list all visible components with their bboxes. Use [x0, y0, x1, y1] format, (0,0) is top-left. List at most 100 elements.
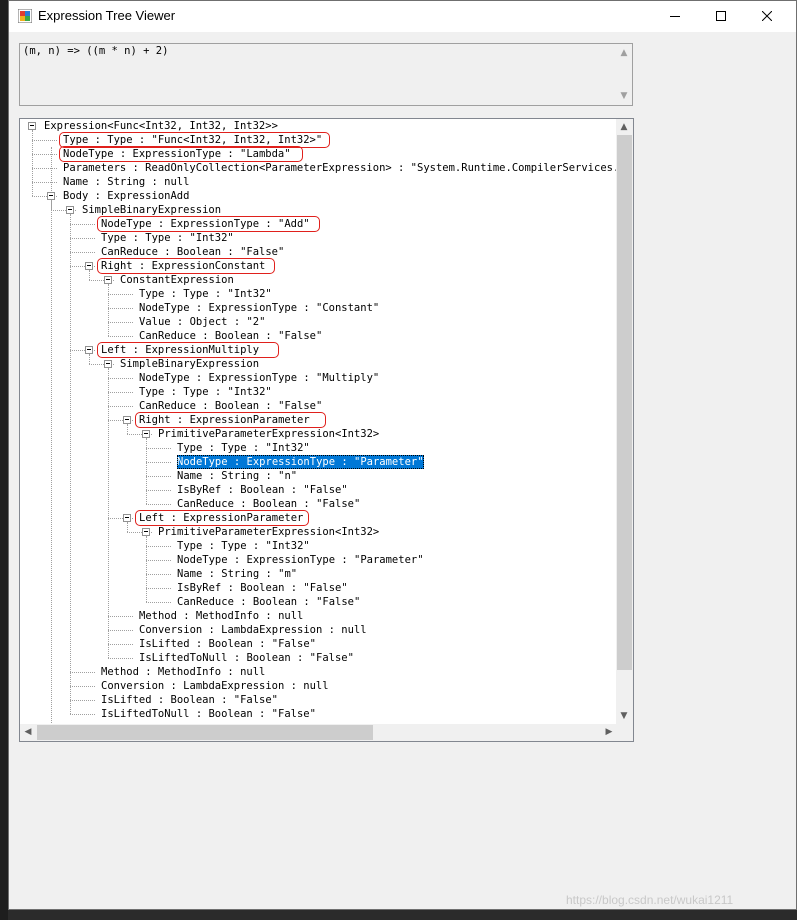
tree-connector-line	[108, 322, 133, 323]
tree-node[interactable]: SimpleBinaryExpression	[82, 203, 221, 217]
close-button[interactable]	[744, 1, 790, 31]
tree-collapse-icon[interactable]	[104, 276, 112, 284]
tree-node[interactable]: ConstantExpression	[120, 273, 234, 287]
tree-connector-line	[146, 574, 171, 575]
expression-treeview[interactable]: Expression<Func<Int32, Int32, Int32>> Typ…	[19, 118, 634, 742]
tree-node[interactable]: NodeType : ExpressionType : "Multiply"	[139, 371, 379, 385]
vertical-scroll-thumb[interactable]	[617, 135, 632, 670]
tree-connector-line	[70, 252, 95, 253]
tree-connector-line	[32, 140, 57, 141]
tree-node[interactable]: Right : ExpressionParameter	[139, 413, 310, 427]
tree-collapse-icon[interactable]	[104, 360, 112, 368]
tree-connector-line	[70, 214, 71, 714]
tree-node[interactable]: CanReduce : Boolean : "False"	[177, 497, 360, 511]
tree-node[interactable]: Type : Type : "Int32"	[139, 385, 272, 399]
tree-connector-line	[146, 504, 171, 505]
tree-collapse-icon[interactable]	[85, 346, 93, 354]
scroll-left-arrow-icon[interactable]: ◀	[20, 725, 36, 739]
tree-node[interactable]: CanReduce : Boolean : "False"	[101, 245, 284, 259]
tree-connector-line	[108, 406, 133, 407]
tree-node[interactable]: Value : Object : "2"	[139, 315, 265, 329]
tree-node[interactable]: PrimitiveParameterExpression<Int32>	[158, 427, 379, 441]
tree-node[interactable]: Type : Type : "Func<Int32, Int32, Int32>…	[63, 133, 322, 147]
tree-connector-line	[32, 154, 57, 155]
tree-collapse-icon[interactable]	[47, 192, 55, 200]
tree-node[interactable]: CanReduce : Boolean : "False"	[139, 399, 322, 413]
tree-connector-line	[108, 658, 133, 659]
tree-collapse-icon[interactable]	[85, 262, 93, 270]
tree-node[interactable]: Name : String : null	[63, 175, 189, 189]
tree-node[interactable]: Type : Type : "Int32"	[177, 539, 310, 553]
tree-collapse-icon[interactable]	[28, 122, 36, 130]
tree-connector-line	[108, 294, 133, 295]
tree-connector-line	[89, 354, 90, 364]
expression-vertical-scrollbar[interactable]: ▲ ▼	[616, 44, 632, 105]
tree-node[interactable]: IsLifted : Boolean : "False"	[101, 693, 278, 707]
expression-text: (m, n) => ((m * n) + 2)	[23, 45, 169, 57]
tree-node[interactable]: Type : Type : "Int32"	[139, 287, 272, 301]
maximize-button[interactable]	[698, 1, 744, 31]
tree-node[interactable]: Type : Type : "Int32"	[177, 441, 310, 455]
tree-connector-line	[70, 700, 95, 701]
scrollbar-corner	[616, 724, 633, 741]
tree-collapse-icon[interactable]	[66, 206, 74, 214]
tree-connector-line	[89, 270, 90, 280]
tree-node[interactable]: NodeType : ExpressionType : "Parameter"	[177, 455, 424, 469]
tree-node[interactable]: Body : ExpressionAdd	[63, 189, 189, 203]
tree-collapse-icon[interactable]	[123, 514, 131, 522]
expression-textbox[interactable]: (m, n) => ((m * n) + 2) ▲ ▼	[19, 43, 633, 106]
tree-node[interactable]: Expression<Func<Int32, Int32, Int32>>	[44, 119, 278, 133]
tree-node[interactable]: NodeType : ExpressionType : "Parameter"	[177, 553, 424, 567]
tree-node[interactable]: Type : Type : "Int32"	[101, 231, 234, 245]
window-title: Expression Tree Viewer	[38, 8, 176, 23]
tree-node[interactable]: IsByRef : Boolean : "False"	[177, 581, 348, 595]
tree-connector-line	[108, 284, 109, 336]
tree-node[interactable]: CanReduce : Boolean : "False"	[177, 595, 360, 609]
scroll-down-arrow-icon[interactable]: ▼	[616, 89, 632, 103]
tree-connector-line	[146, 588, 171, 589]
tree-node[interactable]: NodeType : ExpressionType : "Lambda"	[63, 147, 291, 161]
tree-connector-line	[146, 560, 171, 561]
tree-connector-line	[146, 490, 171, 491]
scroll-right-arrow-icon[interactable]: ▶	[601, 725, 617, 739]
tree-connector-line	[108, 616, 133, 617]
title-bar[interactable]: Expression Tree Viewer	[9, 1, 796, 32]
tree-node[interactable]: CanReduce : Boolean : "False"	[139, 329, 322, 343]
tree-node[interactable]: IsByRef : Boolean : "False"	[177, 483, 348, 497]
tree-connector-line	[108, 336, 133, 337]
tree-node[interactable]: Left : ExpressionMultiply	[101, 343, 259, 357]
tree-node[interactable]: NodeType : ExpressionType : "Constant"	[139, 301, 379, 315]
tree-connector-line	[70, 238, 95, 239]
tree-node[interactable]: Name : String : "n"	[177, 469, 297, 483]
tree-node[interactable]: SimpleBinaryExpression	[120, 357, 259, 371]
tree-collapse-icon[interactable]	[123, 416, 131, 424]
tree-connector-line	[146, 476, 171, 477]
tree-node[interactable]: Name : String : "m"	[177, 567, 297, 581]
tree-collapse-icon[interactable]	[142, 430, 150, 438]
tree-node[interactable]: Right : ExpressionConstant	[101, 259, 265, 273]
tree-node[interactable]: Conversion : LambdaExpression : null	[101, 679, 329, 693]
tree-node[interactable]: Method : MethodInfo : null	[139, 609, 303, 623]
tree-connector-line	[146, 602, 171, 603]
scroll-up-arrow-icon[interactable]: ▲	[616, 120, 632, 134]
tree-node[interactable]: Conversion : LambdaExpression : null	[139, 623, 367, 637]
expression-tree-viewer-window: Expression Tree Viewer (m, n) => ((m * n…	[8, 0, 797, 910]
tree-connector-line	[146, 448, 171, 449]
background-editor-strip	[0, 0, 8, 920]
tree-node[interactable]: IsLiftedToNull : Boolean : "False"	[139, 651, 354, 665]
tree-node[interactable]: NodeType : ExpressionType : "Add"	[101, 217, 310, 231]
tree-node[interactable]: Parameters : ReadOnlyCollection<Paramete…	[63, 161, 617, 175]
tree-node[interactable]: PrimitiveParameterExpression<Int32>	[158, 525, 379, 539]
scroll-down-arrow-icon[interactable]: ▼	[616, 709, 632, 723]
minimize-button[interactable]	[652, 1, 698, 31]
tree-node[interactable]: Left : ExpressionParameter	[139, 511, 303, 525]
tree-horizontal-scrollbar[interactable]: ◀ ▶	[20, 724, 617, 741]
scroll-up-arrow-icon[interactable]: ▲	[616, 46, 632, 60]
tree-node[interactable]: IsLiftedToNull : Boolean : "False"	[101, 707, 316, 721]
tree-collapse-icon[interactable]	[142, 528, 150, 536]
tree-node[interactable]: Method : MethodInfo : null	[101, 665, 265, 679]
tree-connector-line	[32, 182, 57, 183]
horizontal-scroll-thumb[interactable]	[37, 725, 373, 740]
tree-node[interactable]: IsLifted : Boolean : "False"	[139, 637, 316, 651]
tree-vertical-scrollbar[interactable]: ▲ ▼	[616, 119, 633, 724]
